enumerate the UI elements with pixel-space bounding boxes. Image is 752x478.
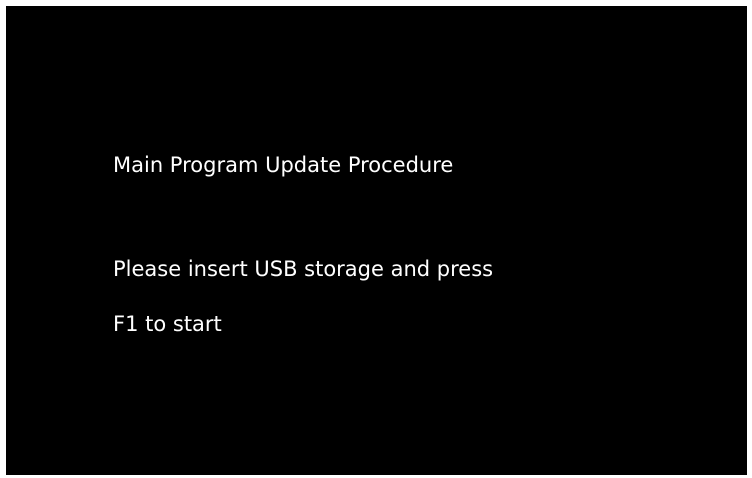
screen-title: Main Program Update Procedure [113,153,454,177]
update-screen: Main Program Update Procedure Please ins… [6,6,747,475]
instruction-line-1: Please insert USB storage and press [113,257,494,281]
instruction-line-2: F1 to start [113,312,222,336]
